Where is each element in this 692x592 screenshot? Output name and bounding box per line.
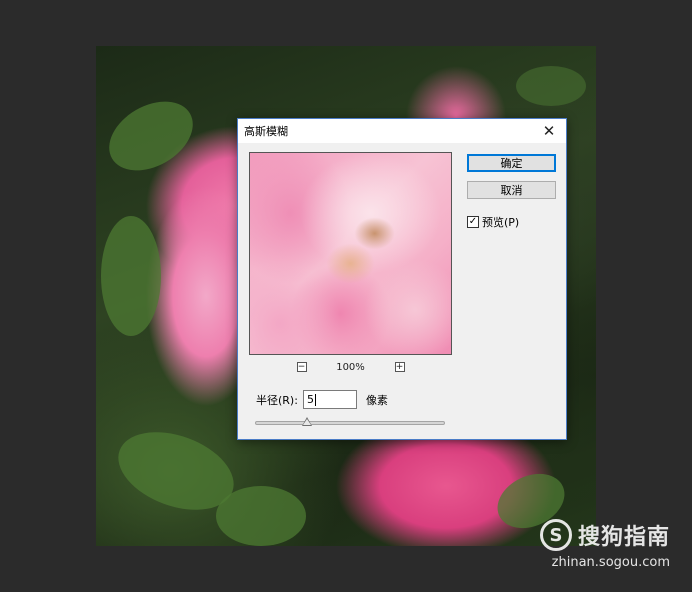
radius-unit: 像素 xyxy=(365,393,388,407)
zoom-level: 100% xyxy=(336,361,365,373)
leaf-shape xyxy=(101,216,161,336)
radius-input[interactable]: 5 xyxy=(302,390,357,409)
leaf-shape xyxy=(516,66,586,106)
gaussian-blur-dialog: 高斯模糊 ✕ − 100% + 确定 取消 ✓ 预览(P) 半径(R): 5 像… xyxy=(237,118,567,440)
preview-checkbox-row[interactable]: ✓ 预览(P) xyxy=(467,214,519,230)
leaf-shape xyxy=(97,87,205,185)
radius-slider-thumb[interactable] xyxy=(301,417,312,426)
radius-label: 半径(R): xyxy=(256,393,298,407)
cancel-button[interactable]: 取消 xyxy=(467,181,556,199)
zoom-in-button[interactable]: + xyxy=(394,362,405,372)
blur-preview-image[interactable] xyxy=(249,152,452,355)
zoom-out-button[interactable]: − xyxy=(296,362,307,372)
zoom-controls: − 100% + xyxy=(249,360,452,374)
sogou-watermark: S 搜狗指南 zhinan.sogou.com xyxy=(539,519,670,570)
close-icon[interactable]: ✕ xyxy=(538,121,560,141)
ok-button[interactable]: 确定 xyxy=(467,154,556,172)
sogou-logo-icon: S xyxy=(539,519,572,551)
leaf-shape xyxy=(216,486,306,546)
watermark-name: 搜狗指南 xyxy=(577,525,670,550)
dialog-title: 高斯模糊 xyxy=(244,125,288,138)
text-caret xyxy=(314,393,316,406)
preview-checkbox[interactable]: ✓ xyxy=(467,216,479,228)
radius-value: 5 xyxy=(306,393,314,406)
radius-slider[interactable] xyxy=(255,417,445,426)
dialog-titlebar[interactable]: 高斯模糊 ✕ xyxy=(238,119,566,143)
preview-label: 预览(P) xyxy=(482,216,520,229)
watermark-url: zhinan.sogou.com xyxy=(551,555,670,570)
radius-row: 半径(R): 5 像素 xyxy=(256,390,388,409)
